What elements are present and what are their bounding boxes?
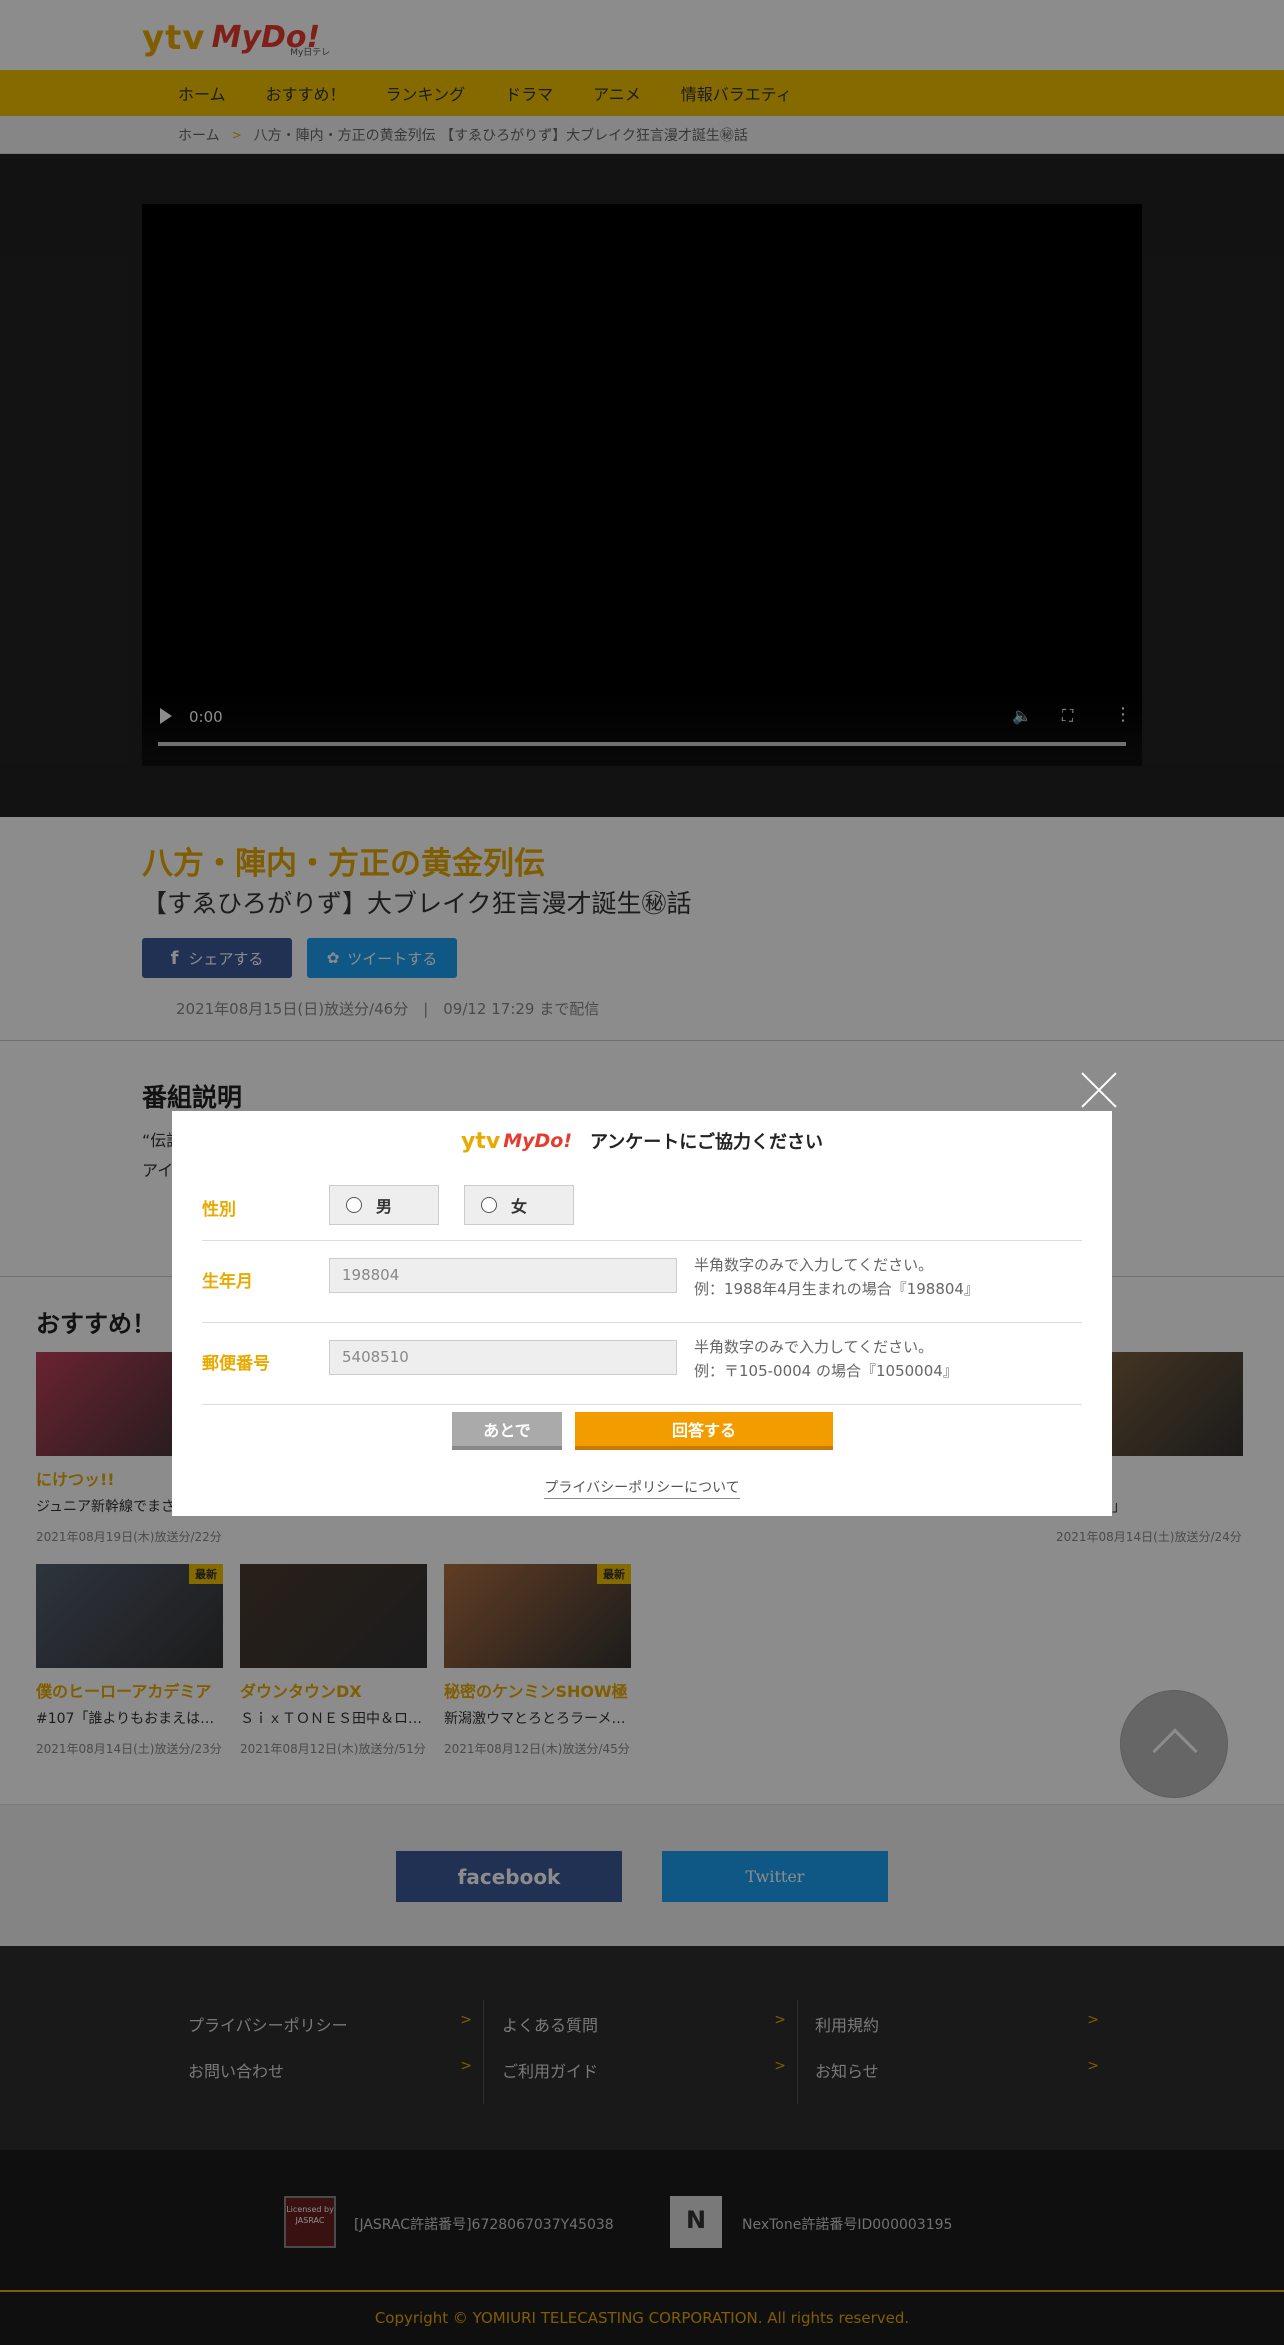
- gender-label: 性別: [202, 1200, 236, 1220]
- zip-row: 郵便番号 5408510 半角数字のみで入力してください。 例：〒105-000…: [202, 1323, 1082, 1405]
- survey-modal: ytv MyDo! アンケートにご協力ください 性別 男 女 生年月 19880…: [172, 1111, 1112, 1516]
- birth-input[interactable]: 198804: [329, 1258, 677, 1293]
- gender-row: 性別 男 女: [202, 1171, 1082, 1241]
- radio-icon: [481, 1197, 497, 1213]
- privacy-policy-link[interactable]: プライバシーポリシーについて: [172, 1477, 1112, 1499]
- survey-logo: ytv: [461, 1128, 501, 1154]
- gender-male-radio[interactable]: 男: [329, 1185, 439, 1225]
- radio-icon: [346, 1197, 362, 1213]
- birth-row: 生年月 198804 半角数字のみで入力してください。 例：1988年4月生まれ…: [202, 1241, 1082, 1323]
- survey-header: ytv MyDo! アンケートにご協力ください: [461, 1128, 823, 1154]
- zip-label: 郵便番号: [202, 1354, 270, 1374]
- zip-hint: 半角数字のみで入力してください。 例：〒105-0004 の場合『1050004…: [694, 1338, 958, 1380]
- birth-hint: 半角数字のみで入力してください。 例：1988年4月生まれの場合『198804』: [694, 1256, 979, 1298]
- gender-female-radio[interactable]: 女: [464, 1185, 574, 1225]
- later-button[interactable]: あとで: [452, 1412, 562, 1450]
- answer-button[interactable]: 回答する: [575, 1412, 833, 1450]
- zip-input[interactable]: 5408510: [329, 1340, 677, 1375]
- survey-title: アンケートにご協力ください: [590, 1132, 823, 1153]
- birth-label: 生年月: [202, 1272, 253, 1292]
- close-icon[interactable]: [1076, 1068, 1122, 1114]
